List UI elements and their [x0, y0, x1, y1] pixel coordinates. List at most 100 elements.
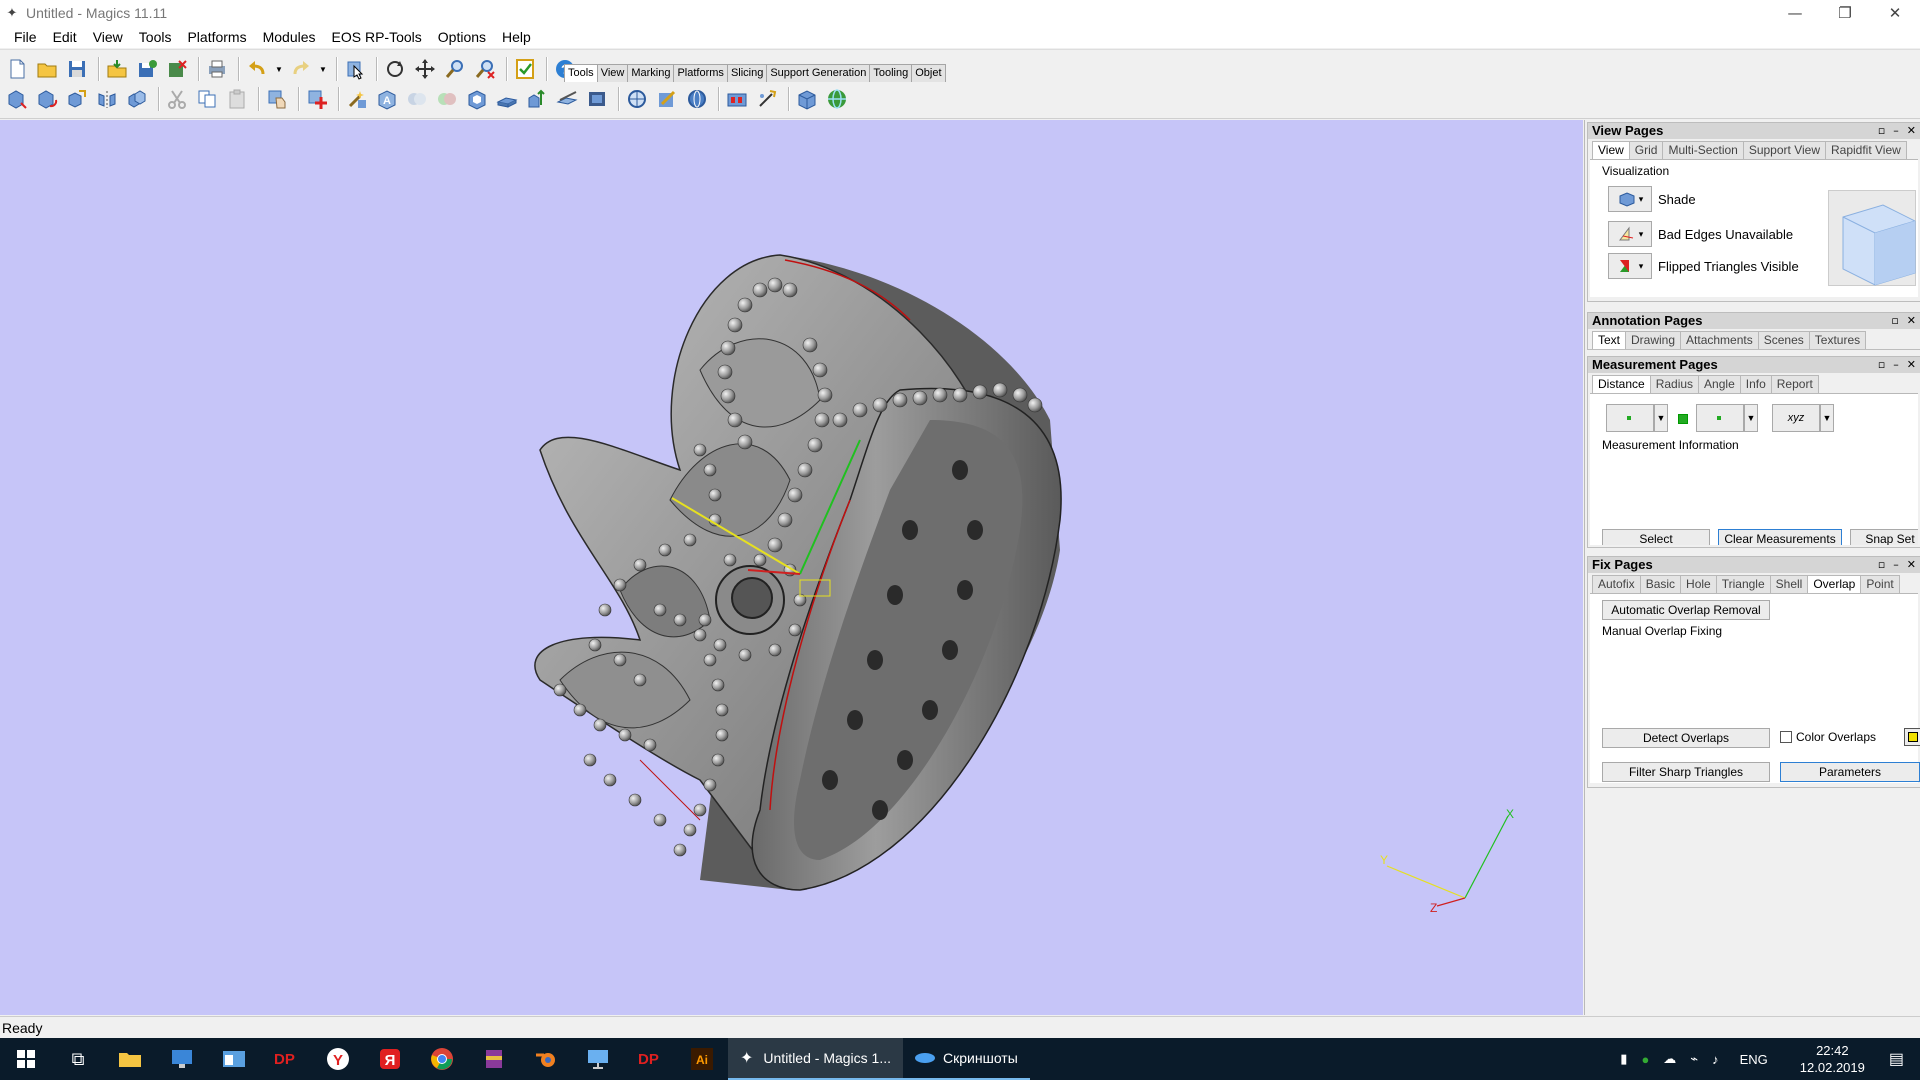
snap-set-button[interactable]: Snap Set [1850, 529, 1918, 545]
tab-multi-section[interactable]: Multi-Section [1662, 141, 1744, 159]
copy-icon[interactable] [194, 86, 220, 112]
close-panel-icon[interactable]: ✕ [1907, 357, 1916, 373]
tab-autofix[interactable]: Autofix [1592, 575, 1641, 593]
menu-edit[interactable]: Edit [45, 29, 85, 45]
minimize-panel-icon[interactable]: – [1893, 123, 1899, 139]
clear-measurements-button[interactable]: Clear Measurements [1718, 529, 1842, 545]
3d-viewport[interactable]: X Y Z [0, 120, 1583, 1015]
dp-app-2-icon[interactable]: DP [624, 1038, 676, 1080]
text-part-icon[interactable]: A [374, 86, 400, 112]
undo-dropdown-icon[interactable]: ▼ [274, 56, 284, 82]
sphere-view-icon[interactable] [624, 86, 650, 112]
minimize-panel-icon[interactable]: ▫ [1891, 313, 1898, 329]
menu-help[interactable]: Help [494, 29, 539, 45]
point-mode-2-button[interactable] [1696, 404, 1744, 432]
close-panel-icon[interactable]: ✕ [1907, 557, 1916, 573]
menu-platforms[interactable]: Platforms [179, 29, 254, 45]
rotate-part-icon[interactable] [34, 86, 60, 112]
offset-icon[interactable] [524, 86, 550, 112]
verify-icon[interactable] [512, 56, 538, 82]
point-mode-2-dropdown[interactable]: ▼ [1744, 404, 1758, 432]
toolbar-tab-support-generation[interactable]: Support Generation [766, 64, 871, 82]
network-icon[interactable]: ⌁ [1690, 1051, 1698, 1067]
yandex-browser-icon[interactable]: Y [312, 1038, 364, 1080]
cut-icon[interactable] [164, 86, 190, 112]
tab-point[interactable]: Point [1860, 575, 1900, 593]
explorer-window-icon[interactable] [208, 1038, 260, 1080]
yandex-icon[interactable]: Я [364, 1038, 416, 1080]
illustrator-icon[interactable]: Ai [676, 1038, 728, 1080]
point-mode-1-button[interactable] [1606, 404, 1654, 432]
tab-attachments[interactable]: Attachments [1680, 331, 1759, 349]
scale-part-icon[interactable] [64, 86, 90, 112]
import-part-icon[interactable] [104, 56, 130, 82]
menu-modules[interactable]: Modules [255, 29, 324, 45]
blender-icon[interactable] [520, 1038, 572, 1080]
menu-tools[interactable]: Tools [131, 29, 180, 45]
color-overlaps-checkbox[interactable]: Color Overlaps [1780, 730, 1876, 744]
task-view-icon[interactable]: ⧉ [52, 1038, 104, 1080]
display-settings-icon[interactable] [572, 1038, 624, 1080]
select-hand-icon[interactable] [264, 86, 290, 112]
remote-desktop-icon[interactable] [156, 1038, 208, 1080]
open-folder-icon[interactable] [34, 56, 60, 82]
notifications-icon[interactable]: ▤ [1889, 1049, 1904, 1069]
usb-icon[interactable]: ▮ [1620, 1051, 1627, 1067]
web-icon[interactable] [824, 86, 850, 112]
flipped-triangles-button[interactable]: ▾ [1608, 253, 1652, 279]
tab-textures[interactable]: Textures [1808, 331, 1867, 349]
nesting-icon[interactable] [754, 86, 780, 112]
taskbar-app-screenshots[interactable]: Скриншоты [903, 1038, 1030, 1080]
select-part-icon[interactable] [342, 56, 368, 82]
toolbar-tab-tooling[interactable]: Tooling [869, 64, 913, 82]
filter-sharp-triangles-button[interactable]: Filter Sharp Triangles [1602, 762, 1770, 782]
tab-scenes[interactable]: Scenes [1757, 331, 1810, 349]
close-panel-icon[interactable]: ✕ [1907, 123, 1916, 139]
language-indicator[interactable]: ENG [1740, 1052, 1768, 1067]
shade-button[interactable]: ▾ [1608, 186, 1652, 212]
tab-rapidfit-view[interactable]: Rapidfit View [1824, 141, 1907, 159]
undo-icon[interactable] [244, 56, 270, 82]
new-file-icon[interactable] [4, 56, 30, 82]
xyz-dropdown[interactable]: ▼ [1820, 404, 1834, 432]
tab-radius[interactable]: Radius [1649, 375, 1700, 393]
tab-distance[interactable]: Distance [1592, 375, 1651, 393]
minimize-panel-icon[interactable]: – [1893, 357, 1899, 373]
select-button[interactable]: Select [1602, 529, 1710, 545]
security-icon[interactable]: ● [1641, 1052, 1649, 1067]
close-panel-icon[interactable]: ✕ [1907, 313, 1916, 329]
pan-icon[interactable] [412, 56, 438, 82]
tab-angle[interactable]: Angle [1698, 375, 1741, 393]
file-explorer-icon[interactable] [104, 1038, 156, 1080]
globe-view-icon[interactable] [684, 86, 710, 112]
chrome-icon[interactable] [416, 1038, 468, 1080]
print-icon[interactable] [204, 56, 230, 82]
toolbar-tab-platforms[interactable]: Platforms [673, 64, 728, 82]
mirror-part-icon[interactable] [94, 86, 120, 112]
paste-icon[interactable] [224, 86, 250, 112]
save-part-icon[interactable] [134, 56, 160, 82]
tab-support-view[interactable]: Support View [1742, 141, 1826, 159]
minimize-icon[interactable]: — [1770, 0, 1820, 26]
dp-app-icon[interactable]: DP [260, 1038, 312, 1080]
toolbar-tab-view[interactable]: View [596, 64, 629, 82]
tab-drawing[interactable]: Drawing [1625, 331, 1682, 349]
duplicate-part-icon[interactable] [124, 86, 150, 112]
rotate-view-icon[interactable] [382, 56, 408, 82]
boolean-icon[interactable] [404, 86, 430, 112]
fix-wizard-icon[interactable] [344, 86, 370, 112]
add-part-icon[interactable] [304, 86, 330, 112]
wizard-globe-icon[interactable] [654, 86, 680, 112]
tab-shell[interactable]: Shell [1769, 575, 1809, 593]
tab-text[interactable]: Text [1592, 331, 1627, 349]
unload-part-icon[interactable] [164, 56, 190, 82]
toolbar-tab-objet[interactable]: Objet [911, 64, 946, 82]
toolbar-tab-slicing[interactable]: Slicing [726, 64, 768, 82]
zoom-window-icon[interactable] [472, 56, 498, 82]
extrude-icon[interactable] [494, 86, 520, 112]
cut-punch-icon[interactable] [554, 86, 580, 112]
translate-part-icon[interactable] [4, 86, 30, 112]
winrar-icon[interactable] [468, 1038, 520, 1080]
menu-options[interactable]: Options [430, 29, 494, 45]
zoom-icon[interactable] [442, 56, 468, 82]
